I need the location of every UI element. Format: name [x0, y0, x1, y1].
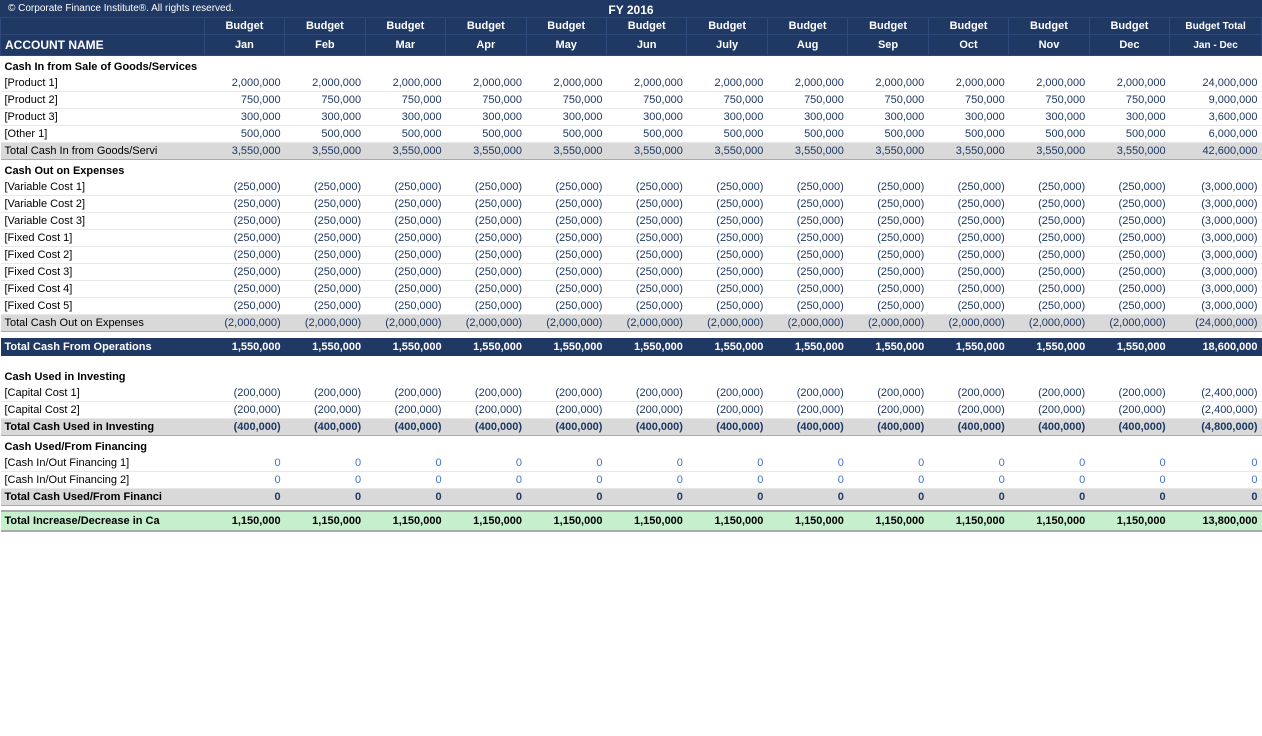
fy-title: FY 2016	[608, 3, 653, 17]
copyright: © Corporate Finance Institute®. All righ…	[8, 3, 234, 14]
table-row: [Fixed Cost 1](250,000)(250,000)(250,000…	[1, 230, 1262, 247]
month-aug: Aug	[767, 35, 847, 56]
month-mar: Mar	[365, 35, 445, 56]
month-oct: Oct	[928, 35, 1008, 56]
table-row: [Fixed Cost 5](250,000)(250,000)(250,000…	[1, 298, 1262, 315]
budget-apr-header: Budget	[446, 18, 526, 35]
budget-dec-header: Budget	[1089, 18, 1169, 35]
account-name-header: ACCOUNT NAME	[1, 35, 205, 56]
section-header-cash-in: Cash In from Sale of Goods/Services	[1, 56, 1262, 76]
table-row: [Variable Cost 3](250,000)(250,000)(250,…	[1, 213, 1262, 230]
budget-feb-header: Budget	[285, 18, 365, 35]
table-row: [Cash In/Out Financing 2]0000000000000	[1, 471, 1262, 488]
subtotal-row-cash-in: Total Cash In from Goods/Servi3,550,0003…	[1, 143, 1262, 160]
subtotal-row-cash-out: Total Cash Out on Expenses(2,000,000)(2,…	[1, 315, 1262, 332]
subtotal-row-financing: Total Cash Used/From Financi000000000000…	[1, 488, 1262, 505]
table-row: [Other 1]500,000500,000500,000500,000500…	[1, 126, 1262, 143]
table-row: [Fixed Cost 4](250,000)(250,000)(250,000…	[1, 281, 1262, 298]
budget-jun-header: Budget	[606, 18, 686, 35]
table-row: [Product 3]300,000300,000300,000300,0003…	[1, 109, 1262, 126]
month-sep: Sep	[848, 35, 928, 56]
section-header-financing: Cash Used/From Financing	[1, 435, 1262, 455]
month-jul: July	[687, 35, 767, 56]
budget-table: Budget Budget Budget Budget Budget Budge…	[0, 17, 1262, 532]
budget-sep-header: Budget	[848, 18, 928, 35]
month-apr: Apr	[446, 35, 526, 56]
budget-jan-header: Budget	[204, 18, 284, 35]
subtotal-row-investing: Total Cash Used in Investing(400,000)(40…	[1, 418, 1262, 435]
table-row: [Fixed Cost 2](250,000)(250,000)(250,000…	[1, 247, 1262, 264]
table-row: [Capital Cost 1](200,000)(200,000)(200,0…	[1, 385, 1262, 402]
table-row: [Variable Cost 2](250,000)(250,000)(250,…	[1, 196, 1262, 213]
section-header-investing: Cash Used in Investing	[1, 366, 1262, 385]
budget-total-header: Budget Total	[1170, 18, 1262, 35]
budget-aug-header: Budget	[767, 18, 847, 35]
table-row: [Cash In/Out Financing 1]0000000000000	[1, 455, 1262, 472]
table-row: [Product 2]750,000750,000750,000750,0007…	[1, 92, 1262, 109]
table-row: [Capital Cost 2](200,000)(200,000)(200,0…	[1, 401, 1262, 418]
budget-oct-header: Budget	[928, 18, 1008, 35]
month-total: Jan - Dec	[1170, 35, 1262, 56]
month-dec: Dec	[1089, 35, 1169, 56]
budget-jul-header: Budget	[687, 18, 767, 35]
month-nov: Nov	[1009, 35, 1089, 56]
month-jun: Jun	[606, 35, 686, 56]
table-row: [Fixed Cost 3](250,000)(250,000)(250,000…	[1, 264, 1262, 281]
header-bar: © Corporate Finance Institute®. All righ…	[0, 0, 1262, 17]
section-header-cash-out: Cash Out on Expenses	[1, 160, 1262, 180]
account-col-header	[1, 18, 205, 35]
month-feb: Feb	[285, 35, 365, 56]
col-headers-months: ACCOUNT NAME Jan Feb Mar Apr May Jun Jul…	[1, 35, 1262, 56]
grand-total-row: Total Increase/Decrease in Ca1,150,0001,…	[1, 511, 1262, 531]
total-operations-row: Total Cash From Operations1,550,0001,550…	[1, 338, 1262, 356]
table-row: [Product 1]2,000,0002,000,0002,000,0002,…	[1, 75, 1262, 92]
budget-mar-header: Budget	[365, 18, 445, 35]
col-headers-budget: Budget Budget Budget Budget Budget Budge…	[1, 18, 1262, 35]
budget-may-header: Budget	[526, 18, 606, 35]
budget-nov-header: Budget	[1009, 18, 1089, 35]
month-jan: Jan	[204, 35, 284, 56]
table-row: [Variable Cost 1](250,000)(250,000)(250,…	[1, 179, 1262, 196]
month-may: May	[526, 35, 606, 56]
